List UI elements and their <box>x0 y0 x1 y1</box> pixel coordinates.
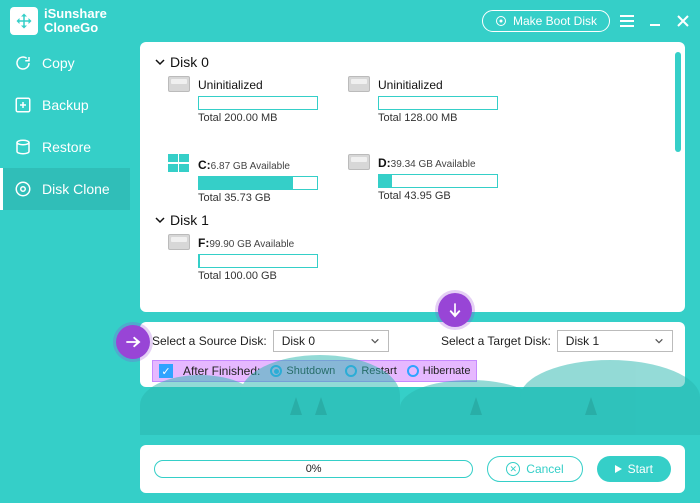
usage-bar <box>198 96 318 110</box>
backup-icon <box>14 96 32 114</box>
callout-arrow-down-icon <box>438 293 472 327</box>
menu-icon[interactable] <box>620 14 634 28</box>
usage-bar <box>198 176 318 190</box>
disk-1-header[interactable]: Disk 1 <box>154 212 671 228</box>
partition[interactable]: Uninitialized Total 128.00 MB <box>348 76 508 124</box>
cancel-icon: ✕ <box>506 462 520 476</box>
after-finished-checkbox[interactable]: ✓ <box>159 364 173 378</box>
target-disk-select[interactable]: Disk 1 <box>557 330 673 352</box>
partition-label: Uninitialized <box>198 78 263 92</box>
start-button[interactable]: Start <box>597 456 671 482</box>
partition-total: Total 35.73 GB <box>198 192 328 204</box>
usage-bar <box>198 254 318 268</box>
disk-list-panel: Disk 0 Uninitialized Total 200.00 MB Uni… <box>140 42 685 312</box>
sidebar-label-copy: Copy <box>42 55 75 71</box>
sidebar-label-backup: Backup <box>42 97 89 113</box>
minimize-button[interactable] <box>648 14 662 28</box>
app-logo: iSunshare CloneGo <box>10 7 107 35</box>
disk-clone-icon <box>14 180 32 198</box>
source-disk-select[interactable]: Disk 0 <box>273 330 389 352</box>
usage-bar <box>378 174 498 188</box>
disk-icon <box>348 154 370 170</box>
copy-icon <box>14 54 32 72</box>
chevron-down-icon <box>654 336 664 346</box>
logo-icon <box>10 7 38 35</box>
chevron-down-icon <box>154 56 166 68</box>
target-disk-label: Select a Target Disk: <box>441 334 551 348</box>
start-label: Start <box>628 462 653 476</box>
partition-total: Total 43.95 GB <box>378 190 508 202</box>
callout-arrow-right-icon <box>116 325 150 359</box>
radio-hibernate[interactable]: Hibernate <box>407 365 471 377</box>
disk-icon <box>348 76 370 92</box>
brand-line1: iSunshare <box>44 7 107 21</box>
brand-line2: CloneGo <box>44 21 107 35</box>
partition-available: 99.90 GB Available <box>209 239 294 250</box>
partition-label: F: <box>198 236 209 250</box>
partition[interactable]: F:99.90 GB Available Total 100.00 GB <box>168 234 328 282</box>
partition-total: Total 128.00 MB <box>378 112 508 124</box>
restore-icon <box>14 138 32 156</box>
cancel-label: Cancel <box>526 462 563 476</box>
windows-icon <box>168 154 190 172</box>
chevron-down-icon <box>154 214 166 226</box>
disk-icon <box>168 76 190 92</box>
disk-icon <box>168 234 190 250</box>
sidebar-label-disk-clone: Disk Clone <box>42 181 110 197</box>
progress-bar: 0% <box>154 460 473 478</box>
partition[interactable]: D:39.34 GB Available Total 43.95 GB <box>348 154 508 204</box>
partition[interactable]: C:6.87 GB Available Total 35.73 GB <box>168 154 328 204</box>
footer-panel: 0% ✕ Cancel Start <box>140 445 685 493</box>
disk-0-name: Disk 0 <box>170 54 209 70</box>
progress-text: 0% <box>306 463 322 475</box>
partition-available: 39.34 GB Available <box>391 159 476 170</box>
partition-available: 6.87 GB Available <box>211 161 290 172</box>
partition-label: Uninitialized <box>378 78 443 92</box>
sidebar-item-backup[interactable]: Backup <box>0 84 130 126</box>
cancel-button[interactable]: ✕ Cancel <box>487 456 582 482</box>
sidebar-item-copy[interactable]: Copy <box>0 42 130 84</box>
partition[interactable]: Uninitialized Total 200.00 MB <box>168 76 328 124</box>
disk-1-name: Disk 1 <box>170 212 209 228</box>
disk-0-header[interactable]: Disk 0 <box>154 54 671 70</box>
target-disk-value: Disk 1 <box>566 334 599 348</box>
source-disk-value: Disk 0 <box>282 334 315 348</box>
sidebar-label-restore: Restore <box>42 139 91 155</box>
play-icon <box>615 465 622 473</box>
sidebar-item-restore[interactable]: Restore <box>0 126 130 168</box>
sidebar-item-disk-clone[interactable]: Disk Clone <box>0 168 130 210</box>
partition-total: Total 200.00 MB <box>198 112 328 124</box>
decorative-landscape <box>140 390 685 435</box>
make-boot-disk-button[interactable]: Make Boot Disk <box>482 10 610 32</box>
partition-total: Total 100.00 GB <box>198 270 328 282</box>
close-button[interactable] <box>676 14 690 28</box>
make-boot-disk-label: Make Boot Disk <box>513 14 597 28</box>
partition-label: C: <box>198 158 211 172</box>
chevron-down-icon <box>370 336 380 346</box>
partition-label: D: <box>378 156 391 170</box>
source-disk-label: Select a Source Disk: <box>152 334 267 348</box>
usage-bar <box>378 96 498 110</box>
